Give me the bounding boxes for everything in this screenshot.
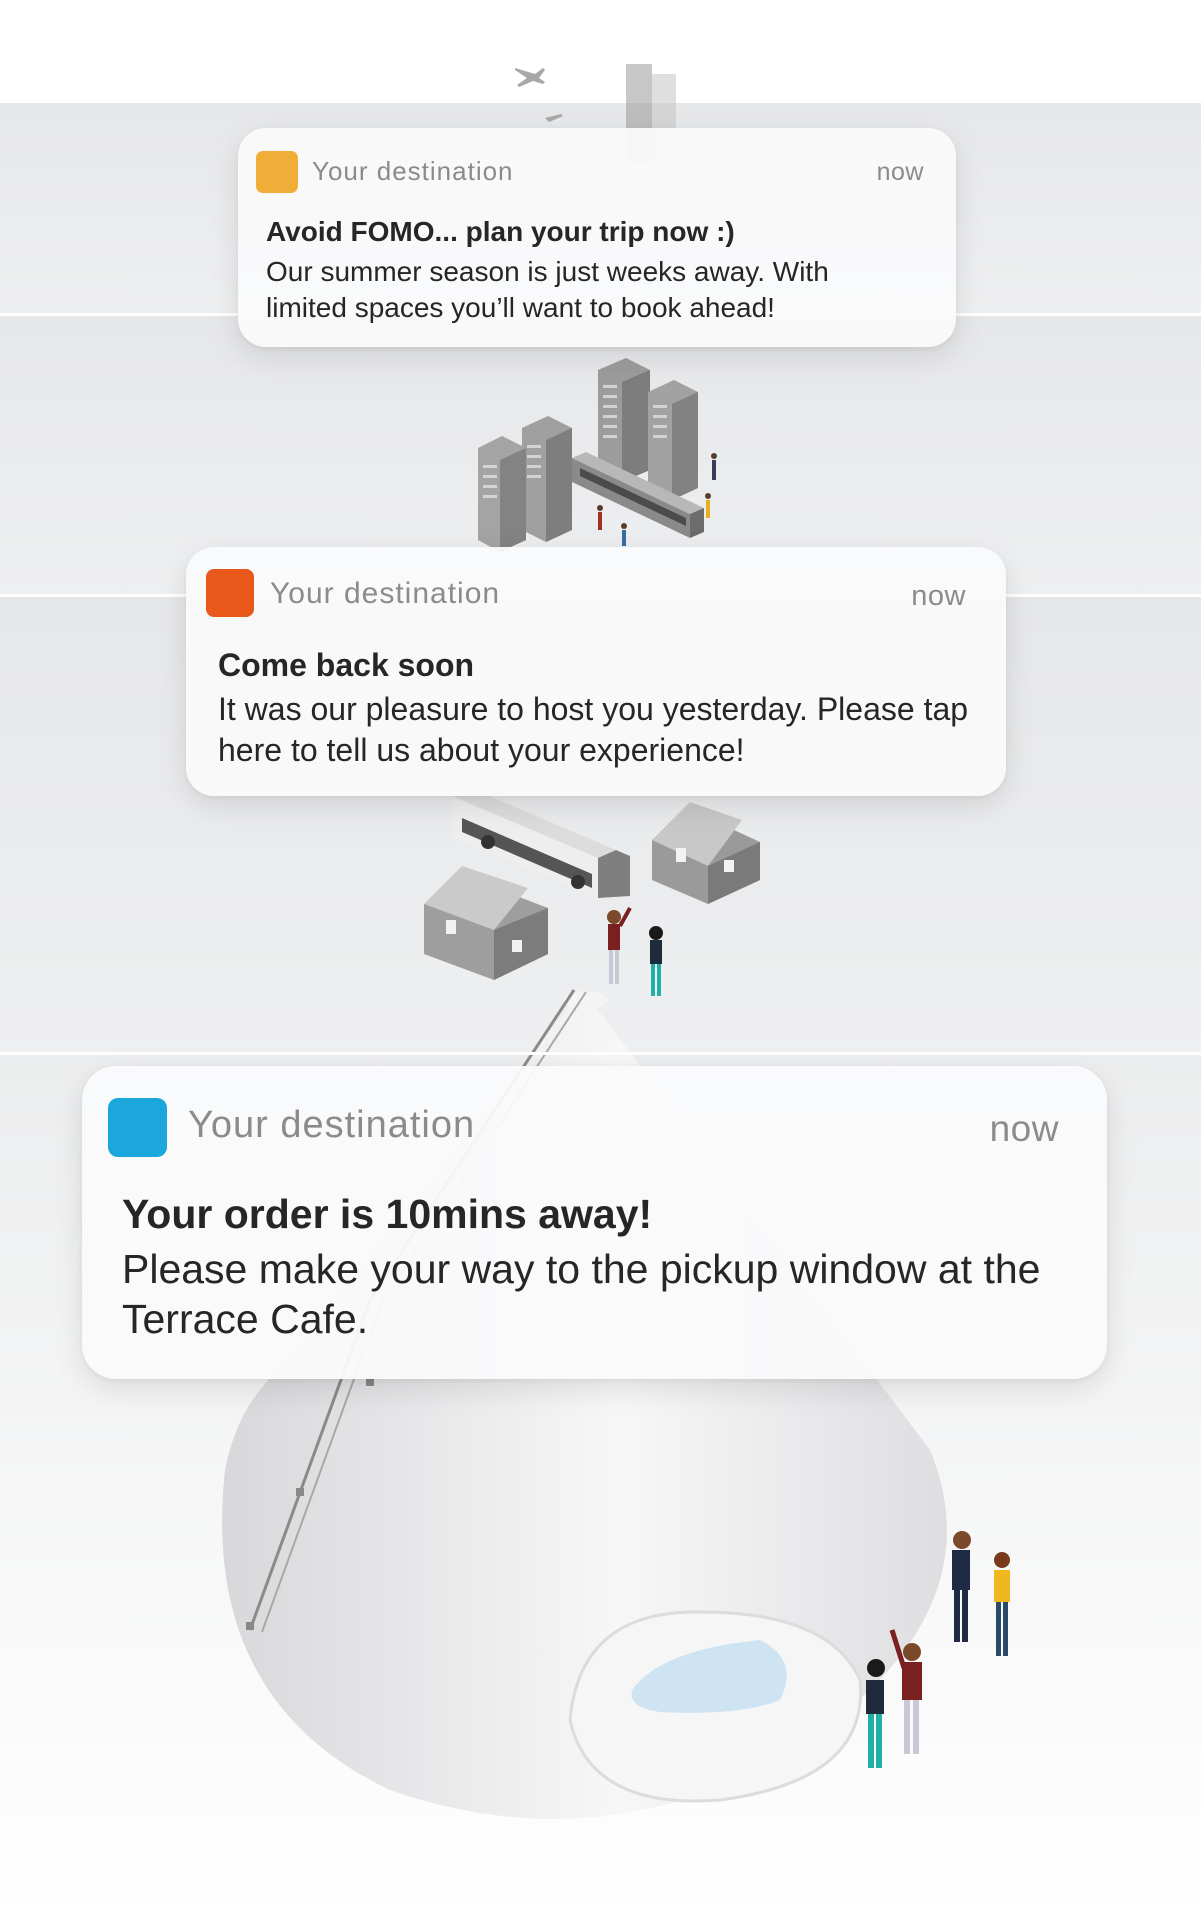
notification-title: Avoid FOMO... plan your trip now :) [266,216,735,247]
notification-card-2[interactable]: Your destination now Come back soon It w… [186,547,1006,796]
app-name: Your destination [270,577,501,610]
notification-time: now [876,158,924,186]
app-name: Your destination [188,1104,476,1146]
notification-body: Please make your way to the pickup windo… [122,1246,1041,1343]
notification-title: Come back soon [218,647,475,683]
app-icon [206,569,254,617]
notification-body: It was our pleasure to host you yesterda… [218,691,969,768]
notification-body: Our summer season is just weeks away. Wi… [266,256,829,323]
notification-time: now [989,1108,1059,1149]
app-name: Your destination [312,156,514,186]
app-icon [256,151,298,193]
app-icon [108,1098,167,1157]
notification-title: Your order is 10mins away! [122,1191,653,1237]
notification-card-1[interactable]: Your destination now Avoid FOMO... plan … [238,128,956,347]
notification-card-3[interactable]: Your destination now Your order is 10min… [82,1066,1107,1379]
notification-time: now [911,580,966,612]
